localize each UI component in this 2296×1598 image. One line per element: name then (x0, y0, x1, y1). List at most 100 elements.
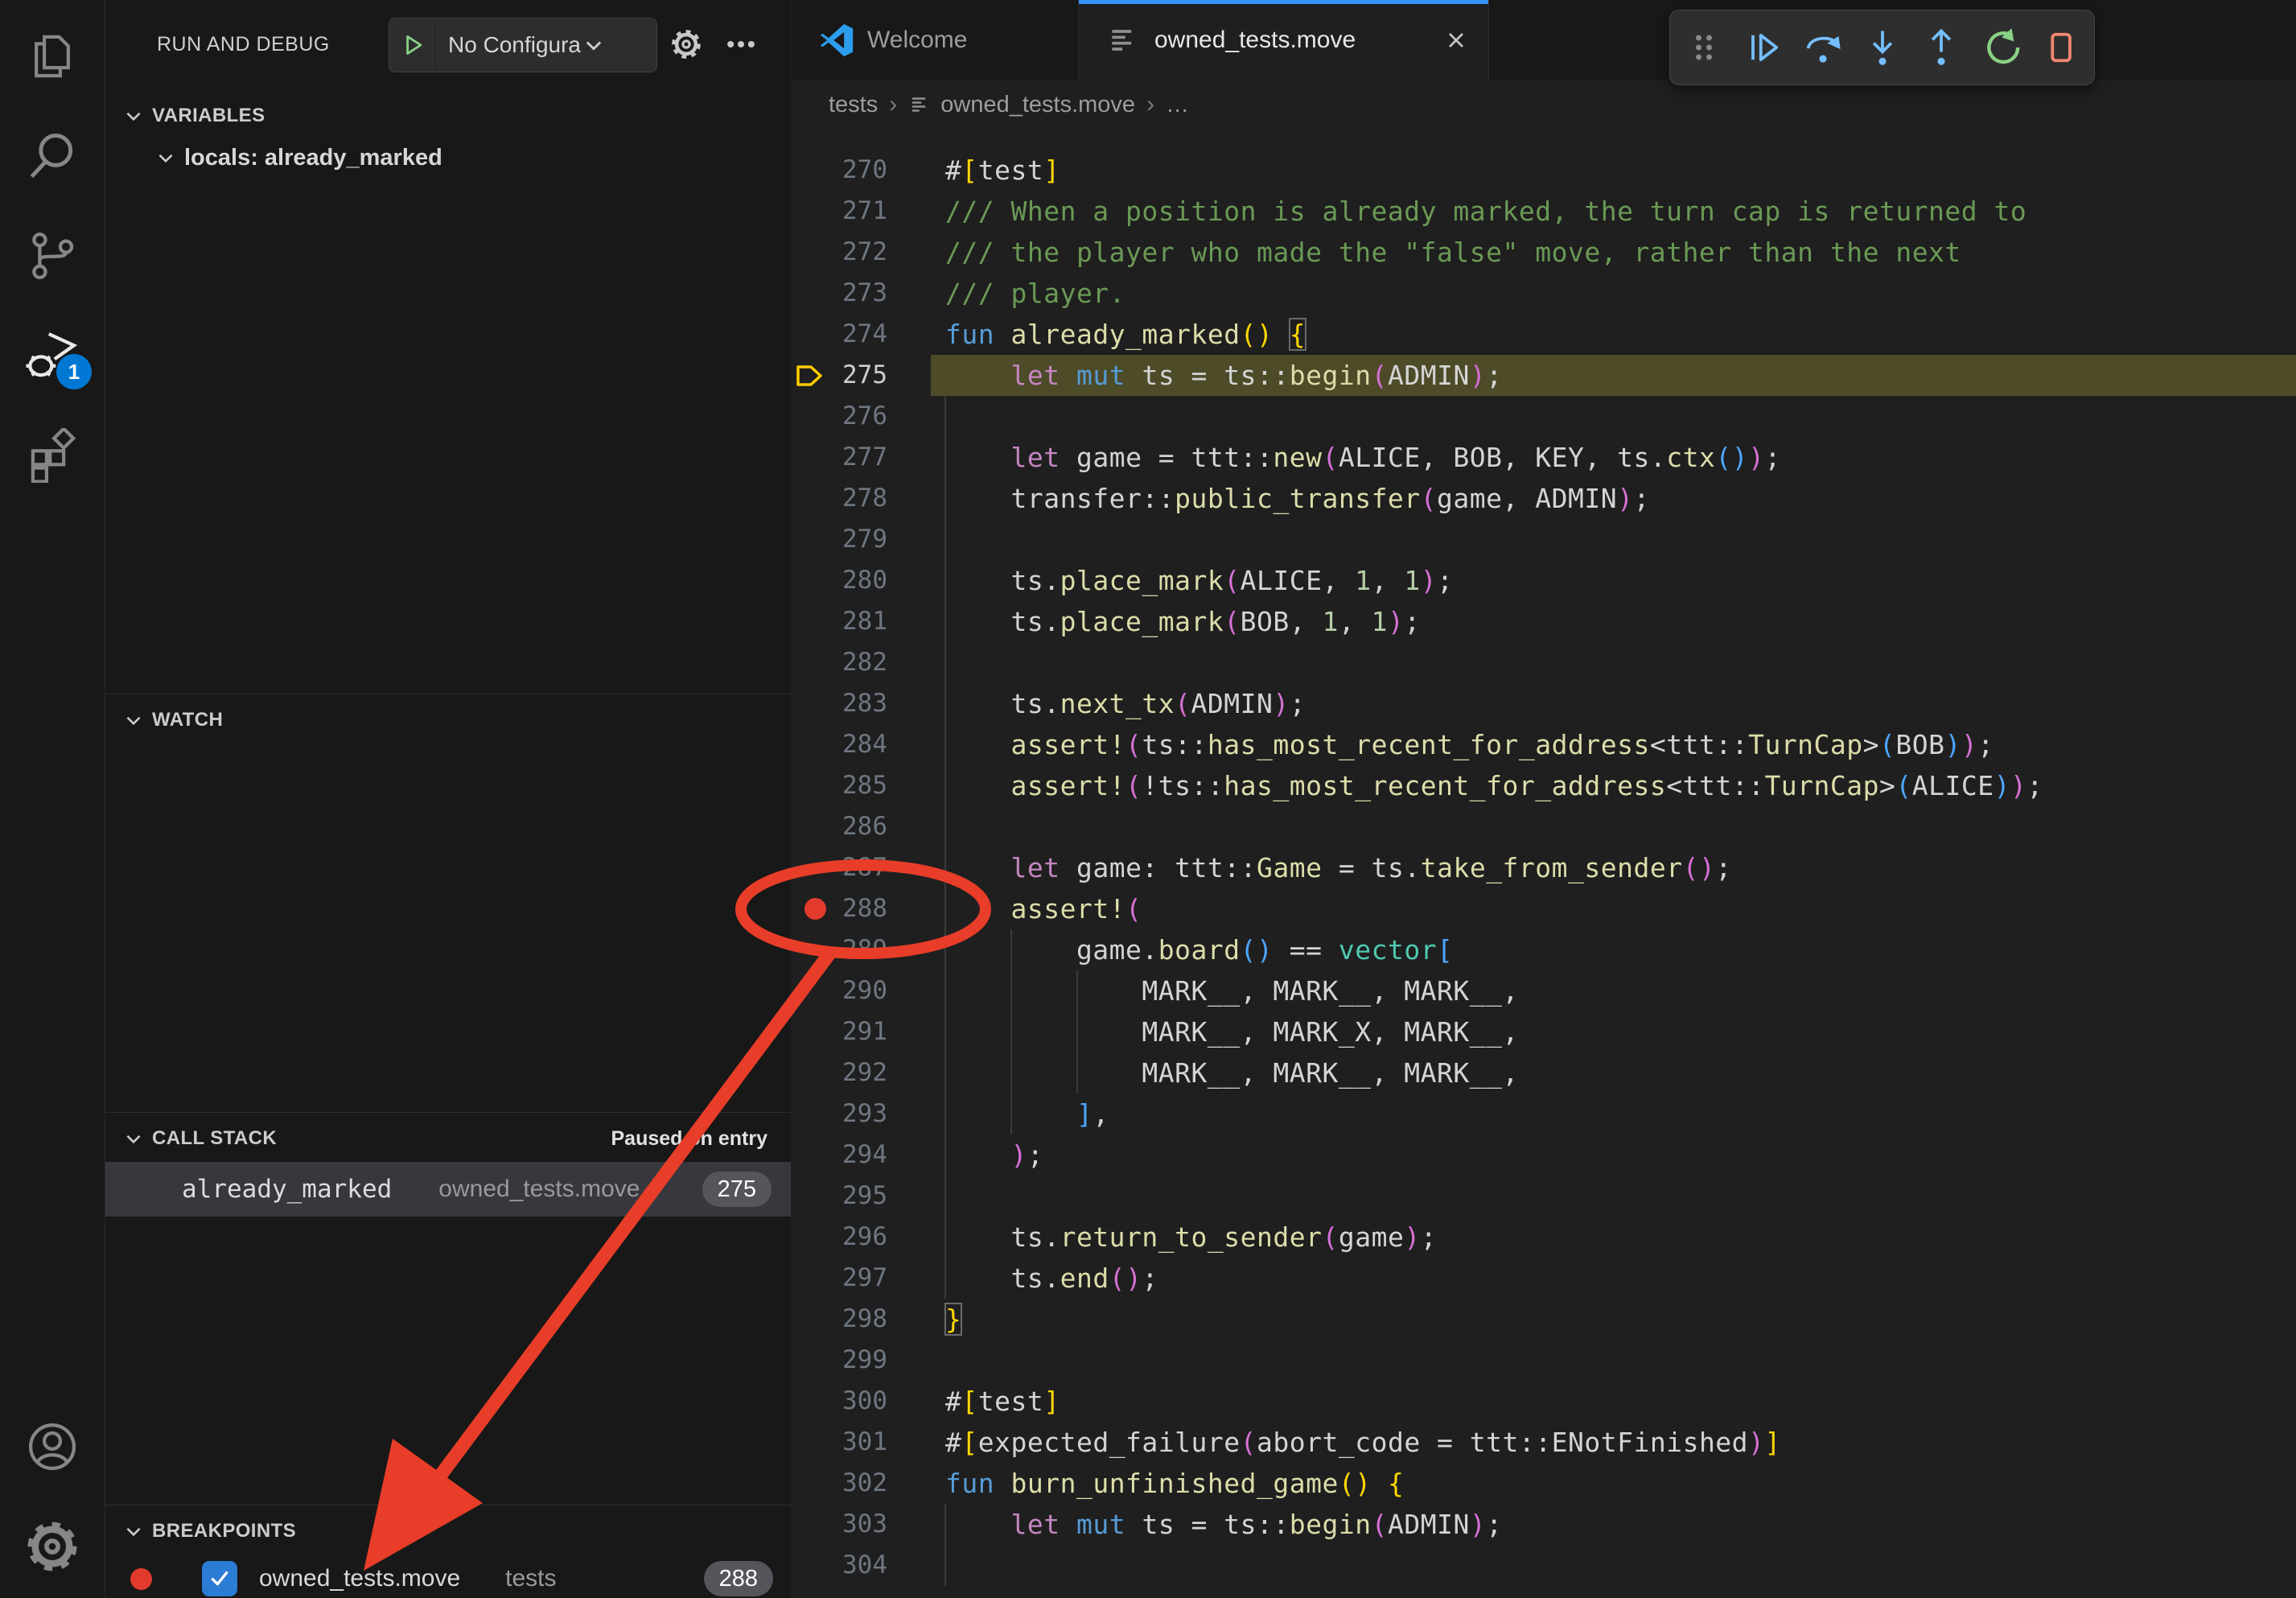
gutter-glyph-margin[interactable] (792, 1176, 837, 1217)
code-line-277[interactable]: 277 let game = ttt::new(ALICE, BOB, KEY,… (792, 437, 2296, 478)
gutter-glyph-margin[interactable] (792, 765, 837, 806)
more-actions-icon[interactable] (723, 27, 759, 62)
section-watch[interactable]: WATCH (105, 697, 791, 743)
gutter-glyph-margin[interactable] (792, 888, 837, 929)
code-line-279[interactable]: 279 (792, 519, 2296, 560)
gear-icon[interactable] (669, 27, 704, 62)
gutter-glyph-margin[interactable] (792, 396, 837, 437)
code-line-278[interactable]: 278 transfer::public_transfer(game, ADMI… (792, 478, 2296, 519)
section-variables[interactable]: VARIABLES (105, 93, 791, 139)
gutter-glyph-margin[interactable] (792, 1258, 837, 1299)
code-line-289[interactable]: 289 game.board() == vector[ (792, 929, 2296, 970)
gutter-glyph-margin[interactable] (792, 273, 837, 314)
gutter-glyph-margin[interactable] (792, 724, 837, 765)
gutter-glyph-margin[interactable] (792, 1381, 837, 1422)
activity-item-files[interactable] (0, 6, 105, 106)
gutter-glyph-margin[interactable] (792, 1340, 837, 1381)
gutter-glyph-margin[interactable] (792, 1052, 837, 1093)
gutter-glyph-margin[interactable] (792, 1093, 837, 1135)
gutter-glyph-margin[interactable] (792, 355, 837, 396)
gutter-glyph-margin[interactable] (792, 314, 837, 355)
code-line-274[interactable]: 274fun already_marked() { (792, 314, 2296, 355)
activity-item-settings[interactable] (0, 1497, 105, 1596)
breadcrumb-item[interactable]: owned_tests.move (908, 92, 1135, 118)
gutter-glyph-margin[interactable] (792, 1217, 837, 1258)
code-line-284[interactable]: 284 assert!(ts::has_most_recent_for_addr… (792, 724, 2296, 765)
code-line-275[interactable]: 275 let mut ts = ts::begin(ADMIN); (792, 355, 2296, 396)
grip-button[interactable] (1678, 22, 1730, 73)
code-line-285[interactable]: 285 assert!(!ts::has_most_recent_for_add… (792, 765, 2296, 806)
code-line-300[interactable]: 300#[test] (792, 1381, 2296, 1422)
gutter-glyph-margin[interactable] (792, 642, 837, 683)
code-line-299[interactable]: 299 (792, 1340, 2296, 1381)
code-editor[interactable]: 270#[test]271/// When a position is alre… (792, 129, 2296, 1598)
code-line-295[interactable]: 295 (792, 1176, 2296, 1217)
gutter-glyph-margin[interactable] (792, 1422, 837, 1463)
section-call-stack[interactable]: CALL STACK Paused on entry (105, 1115, 791, 1162)
gutter-glyph-margin[interactable] (792, 478, 837, 519)
code-line-291[interactable]: 291 MARK__, MARK_X, MARK__, (792, 1011, 2296, 1052)
code-line-296[interactable]: 296 ts.return_to_sender(game); (792, 1217, 2296, 1258)
code-line-303[interactable]: 303 let mut ts = ts::begin(ADMIN); (792, 1504, 2296, 1545)
breakpoint-dot-icon[interactable] (804, 898, 826, 920)
tab-owned-tests-move[interactable]: owned_tests.move (1079, 0, 1489, 80)
gutter-glyph-margin[interactable] (792, 1463, 837, 1504)
gutter-glyph-margin[interactable] (792, 560, 837, 601)
code-line-270[interactable]: 270#[test] (792, 150, 2296, 191)
code-line-280[interactable]: 280 ts.place_mark(ALICE, 1, 1); (792, 560, 2296, 601)
start-debug-icon[interactable] (399, 31, 426, 59)
stop-button[interactable] (2035, 22, 2086, 73)
code-line-293[interactable]: 293 ], (792, 1093, 2296, 1135)
code-line-294[interactable]: 294 ); (792, 1135, 2296, 1176)
activity-item-extensions[interactable] (0, 406, 105, 505)
code-line-302[interactable]: 302fun burn_unfinished_game() { (792, 1463, 2296, 1504)
gutter-glyph-margin[interactable] (792, 191, 837, 232)
code-line-276[interactable]: 276 (792, 396, 2296, 437)
gutter-glyph-margin[interactable] (792, 1545, 837, 1586)
gutter-glyph-margin[interactable] (792, 1135, 837, 1176)
activity-item-debug[interactable]: 1 (0, 306, 105, 406)
gutter-glyph-margin[interactable] (792, 1011, 837, 1052)
gutter-glyph-margin[interactable] (792, 437, 837, 478)
gutter-glyph-margin[interactable] (792, 970, 837, 1011)
gutter-glyph-margin[interactable] (792, 683, 837, 724)
breadcrumb-item[interactable]: tests (829, 92, 878, 118)
gutter-glyph-margin[interactable] (792, 232, 837, 273)
step-into-button[interactable] (1857, 22, 1908, 73)
code-line-282[interactable]: 282 (792, 642, 2296, 683)
tab-welcome[interactable]: Welcome (792, 0, 1079, 80)
restart-button[interactable] (1975, 22, 2026, 73)
code-line-272[interactable]: 272/// the player who made the "false" m… (792, 232, 2296, 273)
gutter-glyph-margin[interactable] (792, 150, 837, 191)
code-line-292[interactable]: 292 MARK__, MARK__, MARK__, (792, 1052, 2296, 1093)
code-line-286[interactable]: 286 (792, 806, 2296, 847)
activity-item-account[interactable] (0, 1397, 105, 1497)
debug-config-picker[interactable]: No Configura (389, 18, 657, 72)
code-line-273[interactable]: 273/// player. (792, 273, 2296, 314)
code-line-290[interactable]: 290 MARK__, MARK__, MARK__, (792, 970, 2296, 1011)
variables-locals-row[interactable]: locals: already_marked (105, 135, 791, 180)
step-over-button[interactable] (1797, 22, 1849, 73)
code-line-301[interactable]: 301#[expected_failure(abort_code = ttt::… (792, 1422, 2296, 1463)
gutter-glyph-margin[interactable] (792, 929, 837, 970)
continue-button[interactable] (1738, 22, 1789, 73)
code-line-288[interactable]: 288 assert!( (792, 888, 2296, 929)
code-line-298[interactable]: 298} (792, 1299, 2296, 1340)
breadcrumb-item[interactable]: … (1166, 92, 1189, 118)
section-breakpoints[interactable]: BREAKPOINTS (105, 1508, 791, 1555)
gutter-glyph-margin[interactable] (792, 519, 837, 560)
step-out-button[interactable] (1915, 22, 1967, 73)
code-line-287[interactable]: 287 let game: ttt::Game = ts.take_from_s… (792, 847, 2296, 888)
call-stack-frame-row[interactable]: already_marked owned_tests.move 275 (105, 1162, 791, 1217)
activity-item-search[interactable] (0, 106, 105, 206)
gutter-glyph-margin[interactable] (792, 1299, 837, 1340)
code-line-283[interactable]: 283 ts.next_tx(ADMIN); (792, 683, 2296, 724)
breakpoint-row[interactable]: owned_tests.move tests 288 (105, 1556, 791, 1598)
activity-item-source-control[interactable] (0, 206, 105, 306)
close-icon[interactable] (1443, 27, 1469, 53)
gutter-glyph-margin[interactable] (792, 1504, 837, 1545)
code-line-271[interactable]: 271/// When a position is already marked… (792, 191, 2296, 232)
code-line-297[interactable]: 297 ts.end(); (792, 1258, 2296, 1299)
gutter-glyph-margin[interactable] (792, 806, 837, 847)
code-line-304[interactable]: 304 (792, 1545, 2296, 1586)
